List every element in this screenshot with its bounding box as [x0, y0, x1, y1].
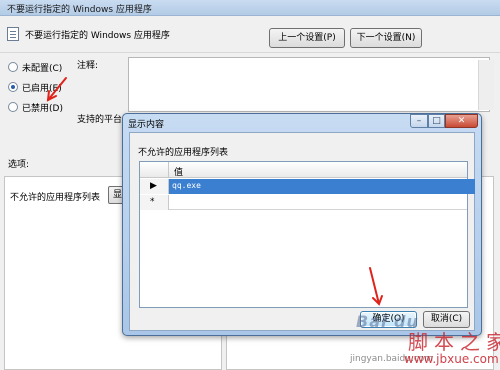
comment-textarea[interactable] — [128, 57, 490, 112]
grid-corner — [140, 162, 169, 178]
value-grid: 值 ▶ qq.exe * — [139, 161, 475, 308]
list-caption: 不允许的应用程序列表 — [138, 148, 229, 158]
next-setting-button[interactable]: 下一个设置(N) — [350, 28, 422, 48]
close-icon[interactable]: ✕ — [445, 114, 478, 128]
table-row-new[interactable]: * — [140, 195, 467, 210]
radio-label: 未配置(C) — [22, 64, 63, 74]
window-titlebar: 不要运行指定的 Windows 应用程序 — [0, 0, 500, 16]
value-column-header[interactable]: 值 — [174, 165, 183, 178]
supported-platform-label: 支持的平台: — [77, 115, 126, 125]
radio-button[interactable] — [8, 62, 18, 72]
radio-label: 已禁用(D) — [22, 104, 63, 114]
minimize-icon[interactable]: – — [410, 114, 428, 128]
policy-header: 不要运行指定的 Windows 应用程序 上一个设置(P) 下一个设置(N) — [0, 17, 500, 53]
previous-setting-button[interactable]: 上一个设置(P) — [269, 28, 345, 48]
site-watermark: 脚本之家 — [408, 330, 500, 354]
radio-label: 已启用(E) — [22, 84, 62, 94]
dialog-body: 不允许的应用程序列表 值 ▶ qq.exe * 确定(O) 取消(C) — [129, 132, 475, 331]
disallowed-apps-label: 不允许的应用程序列表 — [10, 193, 101, 203]
show-contents-dialog: 显示内容 – □ ✕ 不允许的应用程序列表 值 ▶ qq.exe * 确定(O)… — [122, 113, 482, 336]
site-url-watermark: www.jbxue.com — [404, 352, 499, 366]
maximize-icon[interactable]: □ — [428, 114, 445, 128]
policy-name: 不要运行指定的 Windows 应用程序 — [25, 31, 170, 41]
policy-document-icon — [7, 27, 19, 41]
radio-button[interactable] — [8, 102, 18, 112]
comment-label: 注释: — [77, 61, 99, 71]
options-label: 选项: — [8, 160, 30, 170]
row-marker: ▶ — [140, 179, 169, 194]
window-title: 不要运行指定的 Windows 应用程序 — [7, 5, 152, 15]
grid-header: 值 — [140, 162, 467, 178]
value-cell[interactable] — [169, 195, 475, 210]
row-marker: * — [140, 195, 169, 210]
table-row[interactable]: ▶ qq.exe — [140, 179, 475, 194]
radio-button-checked[interactable] — [8, 82, 18, 92]
dialog-title: 显示内容 — [128, 120, 165, 130]
comment-scrollbar[interactable] — [478, 60, 494, 110]
value-cell[interactable]: qq.exe — [169, 179, 475, 194]
